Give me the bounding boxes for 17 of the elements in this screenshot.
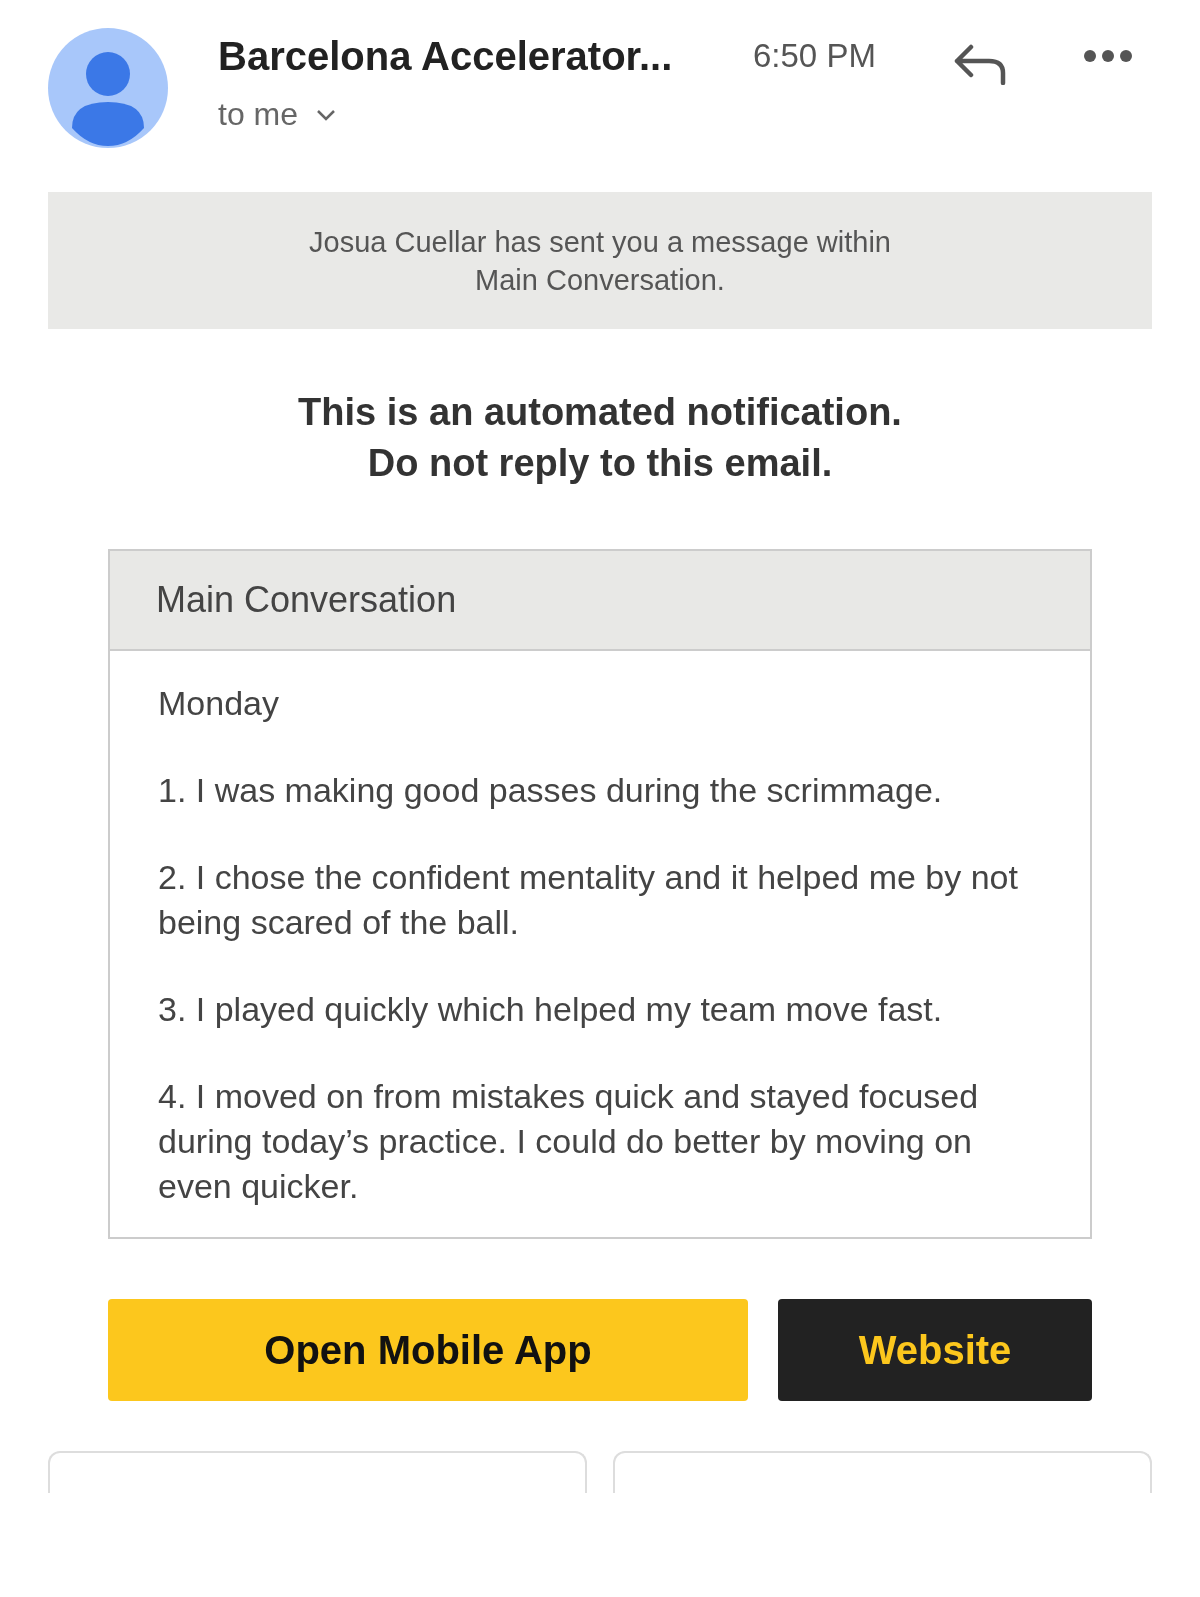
message-item: 2. I chose the confident mentality and it helped me by not being scared of the ball. xyxy=(158,857,1019,943)
message-time: 6:50 PM xyxy=(753,37,877,75)
open-app-button[interactable]: Open Mobile App xyxy=(108,1299,748,1401)
message-item: 4. I moved on from mistakes quick and stayed focused during today’s practice. I could do better by moving on even quicker. xyxy=(158,1076,980,1207)
recipient-label: to me xyxy=(218,96,299,133)
sender-name: Barcelona Accelerator... xyxy=(218,33,674,79)
message-item: 1. I was making good passes during the scrimmage. xyxy=(158,770,944,811)
notice-text: This is an automated notification. xyxy=(298,390,902,435)
avatar-icon xyxy=(48,28,168,148)
more-icon[interactable] xyxy=(1083,49,1133,63)
chevron-down-icon[interactable] xyxy=(316,108,337,121)
conversation-title: Main Conversation xyxy=(110,551,1090,651)
website-button[interactable]: Website xyxy=(778,1299,1092,1401)
day-label: Monday xyxy=(158,683,280,724)
message-item: 3. I played quickly which helped my team move fast. xyxy=(158,989,944,1030)
notification-banner: Josua Cuellar has sent you a message within Main Conversation. xyxy=(48,192,1152,329)
notice-text: Do not reply to this email. xyxy=(367,441,833,486)
